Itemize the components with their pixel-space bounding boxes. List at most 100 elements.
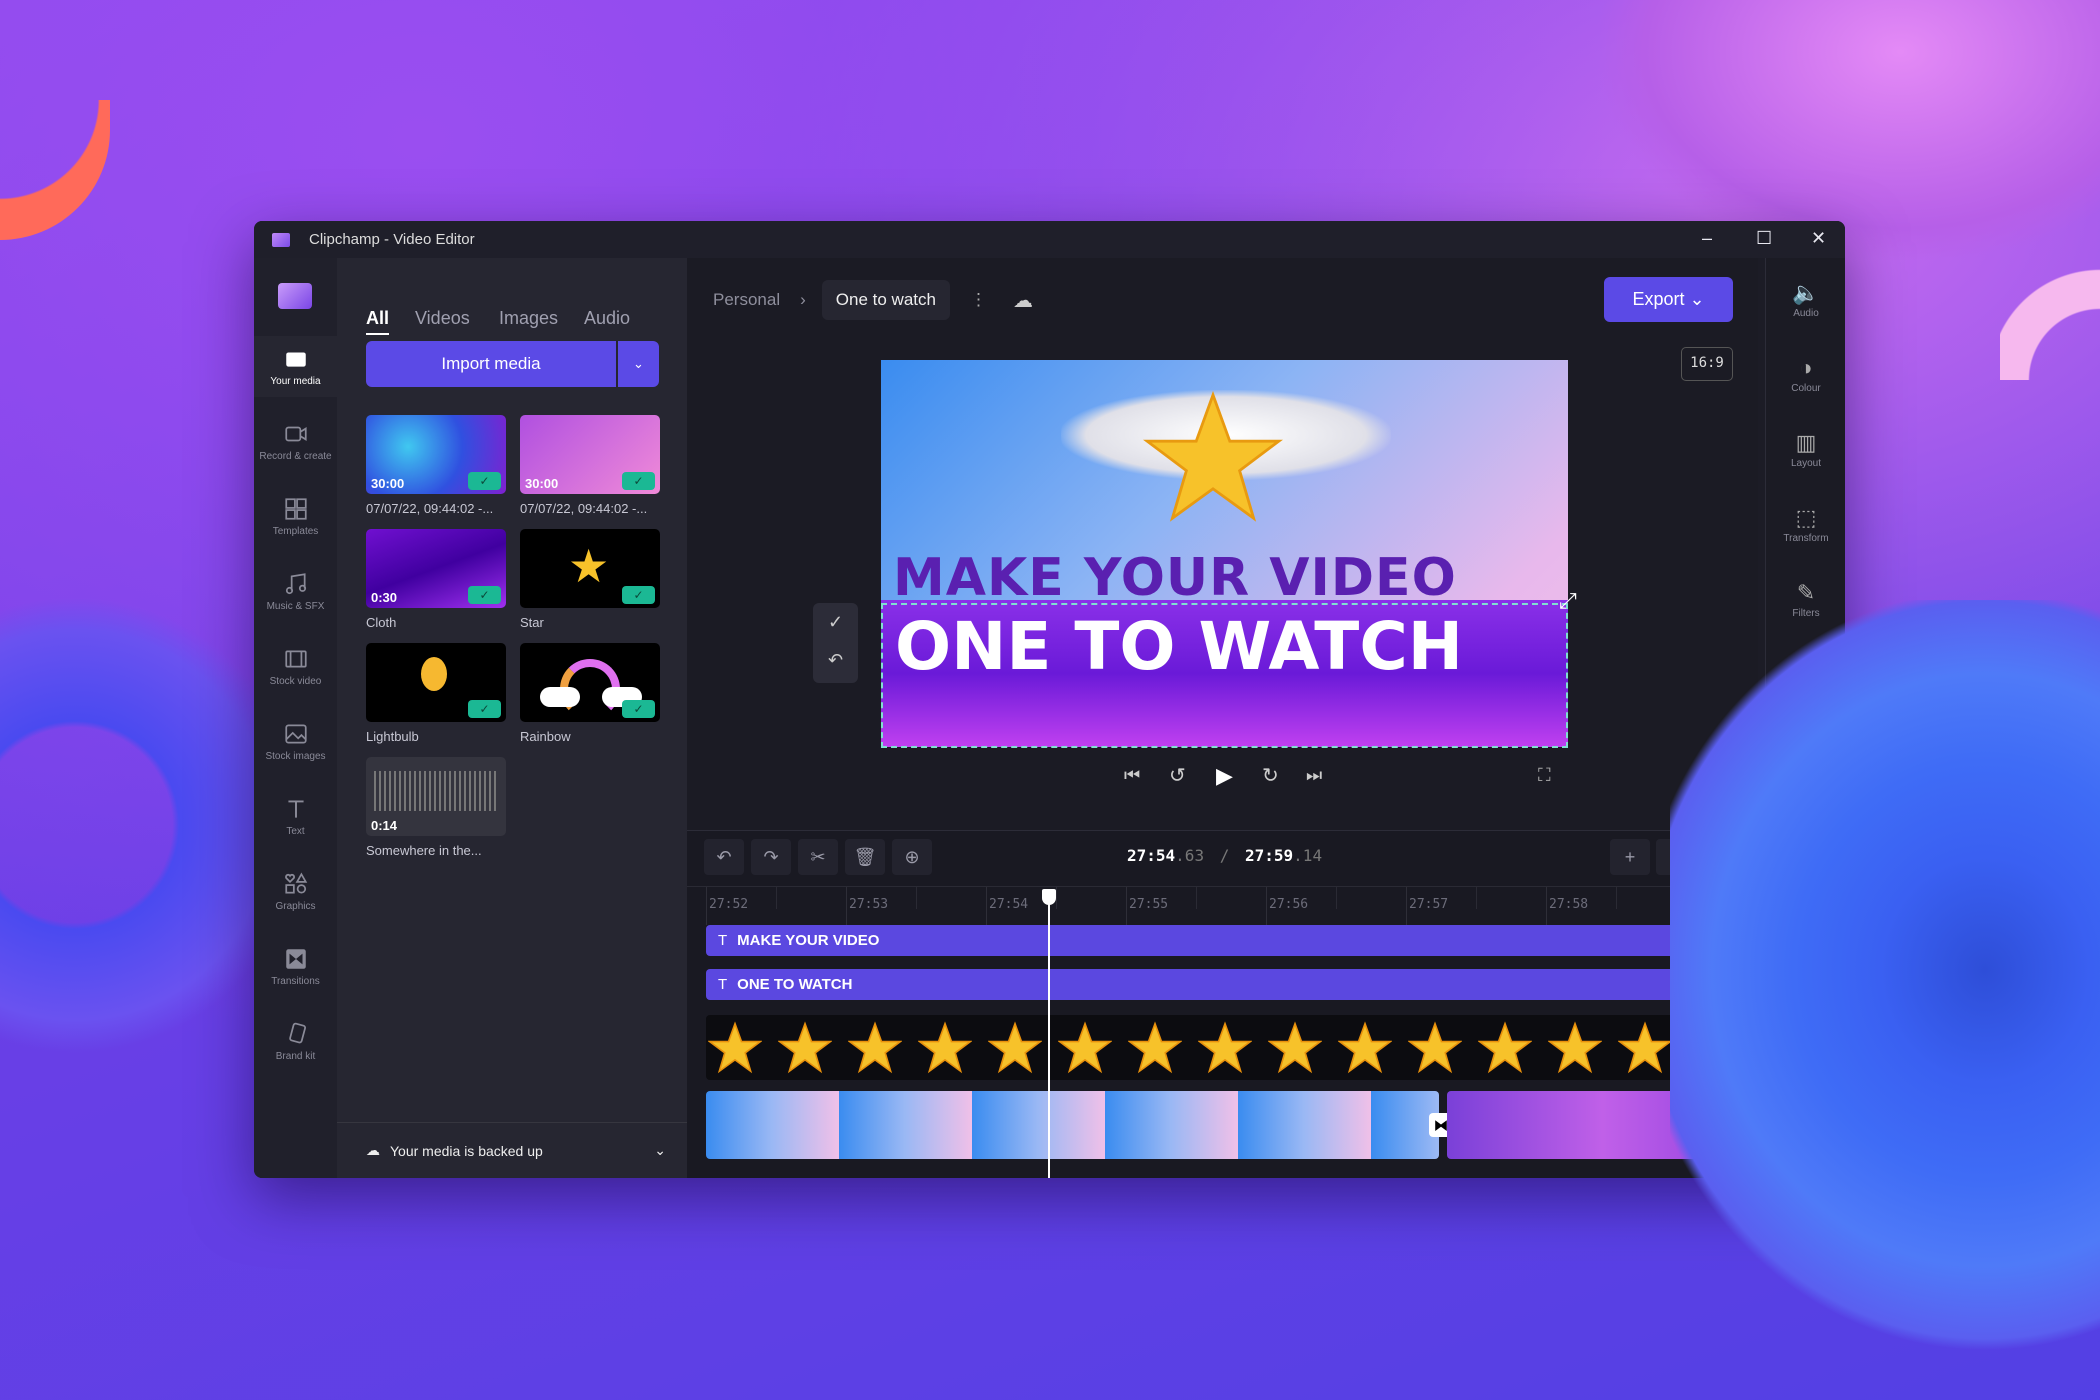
media-thumbnail[interactable]: 30:00 ✓	[520, 415, 660, 494]
nav-stock-images[interactable]: Stock images	[254, 721, 337, 762]
breadcrumb-parent[interactable]: Personal	[713, 290, 780, 310]
more-options-button[interactable]: ⋮	[970, 290, 987, 310]
music-icon	[285, 573, 306, 595]
panel-label: Transform	[1783, 533, 1829, 544]
skip-back-button[interactable]: ⏮	[1124, 765, 1140, 786]
undo-icon[interactable]: ↶	[813, 641, 858, 679]
nav-label: Graphics	[275, 901, 316, 912]
play-button[interactable]: ▶	[1216, 763, 1233, 789]
chevron-down-icon[interactable]: ⌄	[654, 1142, 666, 1159]
nav-label: Your media	[270, 376, 321, 387]
panel-audio[interactable]: 🔈 Audio	[1766, 280, 1845, 319]
tab-videos[interactable]: Videos	[415, 308, 470, 329]
skip-forward-button[interactable]: ⏭	[1306, 765, 1322, 786]
image-icon	[284, 724, 307, 744]
folder-icon	[285, 352, 306, 367]
nav-label: Stock video	[269, 676, 322, 687]
colour-icon: ◑	[1799, 355, 1813, 380]
nav-label: Record & create	[259, 451, 332, 462]
nav-transitions[interactable]: Transitions	[254, 946, 337, 987]
aspect-ratio-button[interactable]: 16:9	[1681, 347, 1733, 381]
maximize-button[interactable]: ☐	[1756, 228, 1772, 249]
tab-images[interactable]: Images	[499, 308, 558, 329]
divider	[337, 1122, 687, 1123]
tab-audio[interactable]: Audio	[584, 308, 630, 329]
import-media-label: Import media	[441, 354, 541, 373]
media-thumbnail[interactable]: ★ ✓	[520, 529, 660, 608]
clipchamp-logo-icon	[278, 283, 312, 309]
app-window: Clipchamp - Video Editor – ☐ ✕ Your medi…	[254, 221, 1845, 1178]
star-frame	[918, 1021, 972, 1074]
templates-icon	[284, 498, 307, 520]
text-clip[interactable]: T ONE TO WATCH	[706, 969, 1758, 1000]
text-edit-toolbar: ✓ ↶	[813, 603, 858, 683]
title-bar: Clipchamp - Video Editor – ☐ ✕	[254, 221, 1845, 258]
nav-templates[interactable]: Templates	[254, 496, 337, 537]
minimize-button[interactable]: –	[1702, 228, 1712, 249]
nav-your-media[interactable]: Your media	[254, 336, 337, 397]
panel-transform[interactable]: ⬚ Transform	[1766, 505, 1845, 544]
import-media-button[interactable]: Import media	[366, 341, 616, 387]
breadcrumb: Personal › One to watch ⋮ ☁	[713, 280, 1033, 320]
audio-icon: 🔈	[1792, 280, 1820, 305]
close-button[interactable]: ✕	[1811, 228, 1826, 249]
star-frame	[988, 1021, 1042, 1074]
text-clip[interactable]: T MAKE YOUR VIDEO	[706, 925, 1758, 956]
star-frame	[1408, 1021, 1462, 1074]
cloud-check-icon: ☁	[366, 1142, 380, 1158]
tab-all[interactable]: All	[366, 308, 390, 335]
media-thumbnail[interactable]: ✓	[366, 643, 506, 722]
panel-label: Layout	[1790, 458, 1822, 469]
export-button[interactable]: Export ⌄	[1604, 277, 1733, 322]
confirm-check-icon[interactable]: ✓	[813, 603, 858, 641]
forward-5s-button[interactable]: ↻	[1262, 763, 1279, 788]
nav-graphics[interactable]: Graphics	[254, 871, 337, 912]
panel-colour[interactable]: ◑ Colour	[1766, 355, 1845, 394]
resize-handle[interactable]: ⤢	[1559, 588, 1577, 614]
timeline: ↶ ↷ ✂ 🗑 ⊕ 27:54.63 / 27:59.14 + − 27:522…	[687, 830, 1758, 1178]
cloud-sync-icon[interactable]: ☁	[1013, 288, 1033, 313]
playhead[interactable]	[1042, 889, 1056, 1178]
star-frame	[1338, 1021, 1392, 1074]
duration-badge: 30:00	[371, 476, 405, 491]
nav-label: Templates	[272, 526, 319, 537]
backup-status-text: Your media is backed up	[390, 1142, 543, 1159]
backup-status[interactable]: ☁ Your media is backed up ⌄	[366, 1142, 666, 1159]
panel-label: Colour	[1791, 383, 1821, 394]
rewind-5s-button[interactable]: ↺	[1169, 763, 1186, 788]
nav-record-create[interactable]: Record & create	[254, 421, 337, 462]
nav-label: Transitions	[271, 976, 320, 987]
selection-box[interactable]	[881, 603, 1568, 748]
star-clip[interactable]	[706, 1015, 1758, 1080]
nav-label: Music & SFX	[266, 601, 325, 612]
added-check-icon: ✓	[468, 700, 501, 718]
added-check-icon: ✓	[622, 700, 655, 718]
shapes-icon	[284, 872, 307, 894]
text-icon: T	[718, 932, 728, 949]
media-label: Lightbulb	[366, 729, 419, 744]
nav-label: Stock images	[265, 751, 326, 762]
nav-music-sfx[interactable]: Music & SFX	[254, 571, 337, 612]
star-frame	[1128, 1021, 1182, 1074]
media-thumbnail[interactable]: 0:14	[366, 757, 506, 836]
project-name[interactable]: One to watch	[821, 280, 950, 320]
text-icon	[287, 800, 304, 818]
nav-brand-kit[interactable]: Brand kit	[254, 1021, 337, 1062]
nav-stock-video[interactable]: Stock video	[254, 646, 337, 687]
panel-layout[interactable]: ▥ Layout	[1766, 430, 1845, 469]
media-label: 07/07/22, 09:44:02 -...	[520, 501, 648, 516]
clip-label: MAKE YOUR VIDEO	[737, 932, 880, 949]
duration-badge: 0:30	[371, 590, 398, 605]
import-options-dropdown[interactable]: ⌄	[618, 341, 659, 387]
video-clip[interactable]	[706, 1091, 1439, 1159]
star-frame	[1058, 1021, 1112, 1074]
nav-text[interactable]: Text	[254, 796, 337, 837]
export-label: Export	[1632, 289, 1685, 309]
fullscreen-button[interactable]: ⛶	[1538, 765, 1551, 786]
added-check-icon: ✓	[622, 472, 655, 490]
media-thumbnail[interactable]: 0:30 ✓	[366, 529, 506, 608]
media-thumbnail[interactable]: ✓	[520, 643, 660, 722]
media-label: Somewhere in the...	[366, 843, 482, 858]
preview-text-line1[interactable]: MAKE YOUR VIDEO	[893, 548, 1457, 608]
media-thumbnail[interactable]: 30:00 ✓	[366, 415, 506, 494]
